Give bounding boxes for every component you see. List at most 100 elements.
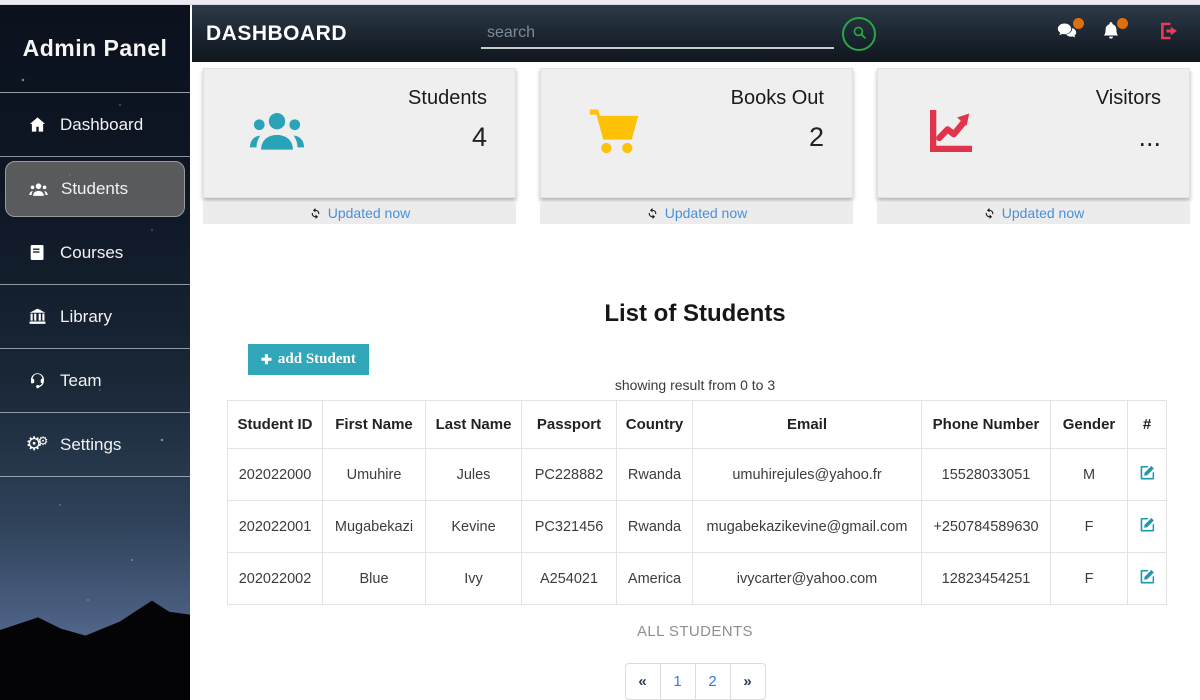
plus-icon: ✚ [261, 352, 272, 368]
top-header: DASHBOARD [190, 5, 1200, 62]
table-cell: Jules [426, 449, 522, 501]
sidebar: Admin Panel DashboardStudentsCoursesLibr… [0, 5, 190, 700]
stat-card-value: ... [1096, 122, 1161, 153]
sidebar-item-label: Library [60, 307, 112, 327]
table-cell: Blue [323, 553, 426, 605]
window-top-strip [0, 0, 1200, 5]
messages-button[interactable] [1054, 21, 1080, 47]
stat-cards-row: Students 4 Updated now Books Out 2 Updated no… [190, 62, 1200, 224]
students-table: Student IDFirst NameLast NamePassportCou… [227, 400, 1167, 605]
notification-badge [1117, 18, 1128, 29]
home-icon [24, 115, 50, 134]
students-table-body: 202022000UmuhireJulesPC228882Rwandaumuhi… [228, 449, 1167, 605]
edit-icon [1139, 573, 1156, 588]
column-header: Last Name [426, 401, 522, 449]
cart-icon [581, 103, 647, 164]
pagination-prev[interactable]: « [625, 663, 661, 700]
notification-badge [1073, 18, 1084, 29]
updated-now-label: Updated now [1002, 205, 1085, 221]
logout-button[interactable] [1156, 21, 1182, 47]
table-header-row: Student IDFirst NameLast NamePassportCou… [228, 401, 1167, 449]
headset-icon [24, 371, 50, 390]
sidebar-item-label: Team [60, 371, 102, 391]
table-cell-actions [1128, 449, 1167, 501]
stat-card-label: Visitors [1096, 87, 1161, 110]
sidebar-item-team[interactable]: Team [0, 349, 190, 413]
edit-icon [1139, 469, 1156, 484]
edit-icon [1139, 521, 1156, 536]
table-cell: 202022002 [228, 553, 323, 605]
library-icon [24, 307, 50, 326]
stat-card-text: Books Out 2 [731, 69, 824, 197]
edit-student-button[interactable] [1139, 516, 1156, 536]
sidebar-item-students[interactable]: Students [5, 161, 185, 217]
pagination-page-1[interactable]: 1 [660, 663, 696, 700]
sidebar-item-settings[interactable]: ⚙⚙ Settings [0, 413, 190, 477]
main-content: Students 4 Updated now Books Out 2 Updated no… [190, 62, 1200, 700]
search-icon [851, 24, 868, 44]
table-cell: America [617, 553, 693, 605]
refresh-icon [646, 207, 659, 220]
table-cell: Rwanda [617, 449, 693, 501]
column-header: Country [617, 401, 693, 449]
stat-card-books-out[interactable]: Books Out 2 Updated now [540, 68, 853, 224]
sidebar-item-label: Courses [60, 243, 123, 263]
stat-card-body: Visitors... [877, 68, 1190, 198]
add-student-label: add Student [278, 351, 356, 368]
table-cell: Rwanda [617, 501, 693, 553]
sidebar-item-library[interactable]: Library [0, 285, 190, 349]
edit-student-button[interactable] [1139, 568, 1156, 588]
add-student-button[interactable]: ✚ add Student [248, 344, 369, 375]
pagination-page-2[interactable]: 2 [695, 663, 731, 700]
table-cell: Umuhire [323, 449, 426, 501]
stat-card-text: Students 4 [408, 69, 487, 197]
sidebar-item-label: Dashboard [60, 115, 143, 135]
table-row: 202022002BlueIvyA254021Americaivycarter@… [228, 553, 1167, 605]
cogs-icon: ⚙⚙ [24, 435, 50, 454]
students-table-head: Student IDFirst NameLast NamePassportCou… [228, 401, 1167, 449]
column-header: # [1128, 401, 1167, 449]
mountain-silhouette [0, 560, 190, 700]
notifications-button[interactable] [1098, 21, 1124, 47]
table-cell: F [1051, 501, 1128, 553]
table-cell: 202022001 [228, 501, 323, 553]
stat-card-footer: Updated now [877, 202, 1190, 224]
search-button[interactable] [842, 17, 876, 51]
column-header: Student ID [228, 401, 323, 449]
stat-card-value: 2 [731, 122, 824, 153]
users-icon [25, 180, 51, 199]
table-cell: umuhirejules@yahoo.fr [693, 449, 922, 501]
table-cell: mugabekazikevine@gmail.com [693, 501, 922, 553]
table-row: 202022001MugabekaziKevinePC321456Rwandam… [228, 501, 1167, 553]
edit-student-button[interactable] [1139, 464, 1156, 484]
pagination-next[interactable]: » [730, 663, 766, 700]
sidebar-menu: Dashboard Students Courses Library Team ⚙⚙ Set… [0, 93, 190, 477]
table-cell: Ivy [426, 553, 522, 605]
column-header: Passport [522, 401, 617, 449]
signout-icon [1158, 20, 1180, 47]
column-header: Gender [1051, 401, 1128, 449]
refresh-icon [983, 207, 996, 220]
table-cell: 202022000 [228, 449, 323, 501]
sidebar-item-dashboard[interactable]: Dashboard [0, 93, 190, 157]
stat-card-label: Books Out [731, 87, 824, 110]
stat-card-value: 4 [408, 122, 487, 153]
sidebar-item-label: Students [61, 179, 128, 199]
page-title: DASHBOARD [206, 22, 347, 46]
stat-card-body: Books Out 2 [540, 68, 853, 198]
showing-result-text: showing result from 0 to 3 [190, 377, 1200, 393]
table-cell: 12823454251 [922, 553, 1051, 605]
stat-card-visitors[interactable]: Visitors... Updated now [877, 68, 1190, 224]
book-icon [24, 243, 50, 262]
search-input[interactable] [481, 19, 834, 49]
table-cell: ivycarter@yahoo.com [693, 553, 922, 605]
table-cell-actions [1128, 501, 1167, 553]
updated-now-label: Updated now [665, 205, 748, 221]
chart-icon [918, 103, 984, 164]
stat-card-students[interactable]: Students4Updated now [203, 68, 516, 224]
all-students-label: ALL STUDENTS [190, 623, 1200, 640]
sidebar-item-courses[interactable]: Courses [0, 221, 190, 285]
sidebar-item-label: Settings [60, 435, 121, 455]
stat-card-label: Students [408, 87, 487, 110]
column-header: Email [693, 401, 922, 449]
